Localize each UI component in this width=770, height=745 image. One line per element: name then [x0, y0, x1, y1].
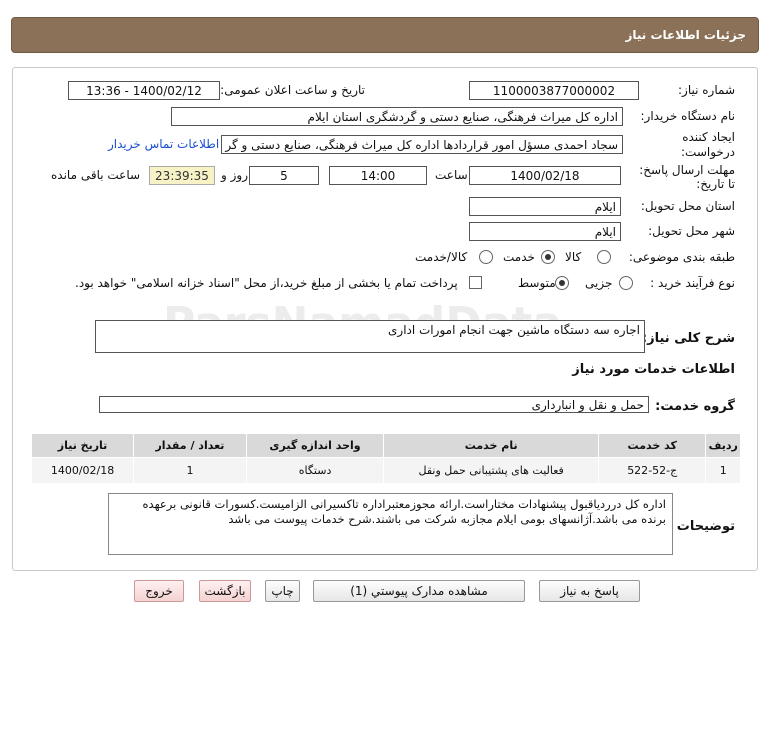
category-radio-goods-service[interactable] — [479, 250, 493, 264]
col-need-date: تاریخ نیاز — [30, 433, 135, 458]
deadline-time-label: ساعت — [435, 168, 468, 182]
back-button[interactable]: بازگشت — [199, 580, 251, 602]
cell-service-code: ج-52-522 — [598, 457, 707, 484]
city-field: ایلام — [469, 222, 621, 241]
deadline-label-line1: مهلت ارسال پاسخ: — [639, 163, 735, 177]
category-option-goods-service: کالا/خدمت — [415, 250, 468, 264]
process-radio-minor[interactable] — [619, 276, 633, 290]
details-panel: ParsNamadData شماره نیاز: 11000038770000… — [12, 67, 758, 571]
creator-field: سجاد احمدی مسؤل امور قراردادها اداره کل … — [221, 135, 623, 154]
table-header-row: ردیف کد خدمت نام خدمت واحد اندازه گیری ت… — [30, 433, 741, 458]
summary-field: اجاره سه دستگاه ماشین جهت انجام امورات ا… — [95, 320, 645, 353]
deadline-date-field: 1400/02/18 — [469, 166, 621, 185]
buyer-org-label: نام دستگاه خریدار: — [640, 109, 736, 123]
print-button[interactable]: چاپ — [265, 580, 300, 602]
treasury-payment-note: پرداخت تمام یا بخشی از مبلغ خرید،از محل … — [75, 276, 458, 290]
summary-label: شرح کلی نیاز: — [641, 331, 735, 346]
col-service-code: کد خدمت — [598, 433, 707, 458]
reply-button[interactable]: پاسخ به نیاز — [539, 580, 640, 602]
services-table: ردیف کد خدمت نام خدمت واحد اندازه گیری ت… — [30, 433, 741, 484]
buyer-org-field: اداره کل میراث فرهنگی، صنایع دستی و گردش… — [171, 107, 623, 126]
category-radio-service[interactable] — [541, 250, 555, 264]
province-label: استان محل تحویل: — [640, 199, 735, 213]
announce-date-label: تاریخ و ساعت اعلان عمومی: — [220, 83, 365, 97]
exit-button[interactable]: خروج — [134, 580, 184, 602]
category-option-goods: کالا — [565, 250, 582, 264]
cell-need-date: 1400/02/18 — [30, 457, 135, 484]
service-group-label: گروه خدمت: — [655, 399, 735, 414]
cell-unit: دستگاه — [245, 457, 385, 484]
treasury-payment-checkbox[interactable] — [469, 276, 482, 289]
col-quantity: تعداد / مقدار — [133, 433, 247, 458]
col-row-number: ردیف — [705, 433, 741, 458]
cell-quantity: 1 — [133, 457, 247, 484]
process-radio-medium[interactable] — [555, 276, 569, 290]
service-group-field: حمل و نقل و انبارداری — [99, 396, 649, 413]
deadline-label: مهلت ارسال پاسخ: تا تاریخ: — [639, 163, 735, 191]
process-label: نوع فرآیند خرید : — [650, 276, 735, 290]
col-unit: واحد اندازه گیری — [245, 433, 385, 458]
days-label: روز و — [221, 168, 248, 182]
category-radio-goods[interactable] — [597, 250, 611, 264]
page-title: جزئیات اطلاعات نیاز — [625, 28, 746, 42]
col-service-name: نام خدمت — [383, 433, 600, 458]
need-number-field: 1100003877000002 — [469, 81, 639, 100]
province-field: ایلام — [469, 197, 621, 216]
cell-service-name: فعالیت های پشتیبانی حمل ونقل — [383, 457, 600, 484]
services-info-title: اطلاعات خدمات مورد نیاز — [572, 362, 735, 377]
need-number-label: شماره نیاز: — [678, 83, 735, 97]
announce-date-field: 1400/02/12 - 13:36 — [68, 81, 220, 100]
city-label: شهر محل تحویل: — [648, 224, 735, 238]
category-label: طبقه بندی موضوعی: — [628, 250, 735, 264]
remaining-time-label: ساعت باقی مانده — [51, 168, 141, 182]
buyer-notes-field: اداره کل درردیاقبول پیشنهادات مختاراست.ا… — [108, 493, 673, 555]
view-attachments-button[interactable]: مشاهده مدارک پیوستي (1) — [313, 580, 525, 602]
category-option-service: خدمت — [503, 250, 535, 264]
process-option-minor: جزیی — [585, 276, 613, 290]
days-field: 5 — [249, 166, 319, 185]
page-header: جزئیات اطلاعات نیاز — [11, 17, 759, 53]
table-row: 1 ج-52-522 فعالیت های پشتیبانی حمل ونقل … — [30, 457, 741, 484]
remaining-time-field: 23:39:35 — [149, 166, 215, 185]
creator-label: ایجاد کننده درخواست: — [681, 130, 735, 159]
deadline-label-line2: تا تاریخ: — [696, 177, 735, 191]
buyer-contact-link[interactable]: اطلاعات تماس خریدار — [108, 137, 219, 151]
process-option-medium: متوسط — [518, 276, 556, 290]
cell-row-number: 1 — [705, 457, 741, 484]
deadline-time-field: 14:00 — [329, 166, 427, 185]
